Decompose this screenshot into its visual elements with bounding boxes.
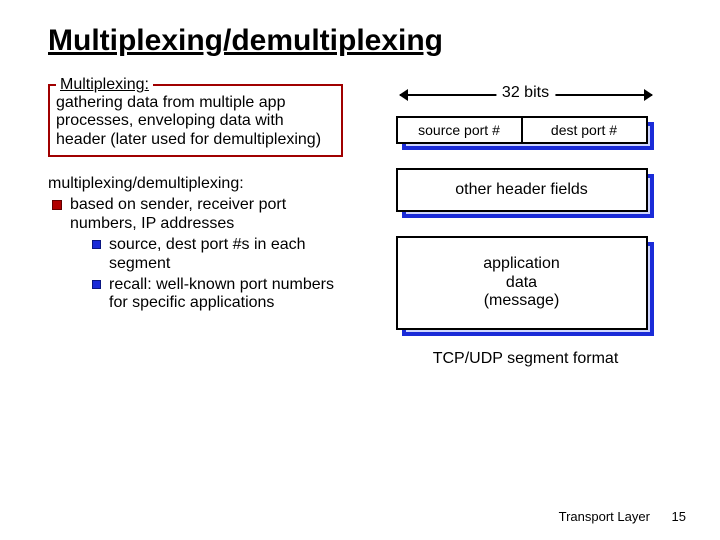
box-legend: Multiplexing: (56, 76, 153, 94)
dest-port-cell: dest port # (523, 118, 646, 142)
slide-footer: Transport Layer 15 (559, 509, 686, 524)
footer-page-number: 15 (672, 509, 686, 524)
bullet-1-text: based on sender, receiver port numbers, … (70, 196, 343, 234)
source-port-cell: source port # (398, 118, 523, 142)
port-row: source port # dest port # (396, 116, 648, 144)
bits-label: 32 bits (496, 84, 555, 102)
square-bullet-icon (92, 240, 101, 249)
body-heading: multiplexing/demultiplexing: (48, 175, 343, 194)
subbullet-1-text: source, dest port #s in each segment (109, 236, 343, 274)
subbullet-1: source, dest port #s in each segment (92, 236, 343, 274)
square-bullet-icon (52, 200, 62, 210)
subbullet-2-text: recall: well-known port numbers for spec… (109, 276, 343, 314)
square-bullet-icon (92, 280, 101, 289)
app-data-text: application data (message) (483, 255, 560, 310)
box-body: gathering data from multiple app process… (56, 94, 335, 149)
bullet-1: based on sender, receiver port numbers, … (48, 196, 343, 313)
multiplexing-box: Multiplexing: gathering data from multip… (48, 84, 343, 157)
subbullet-2: recall: well-known port numbers for spec… (92, 276, 343, 314)
other-header-row: other header fields (396, 168, 648, 212)
diagram-caption: TCP/UDP segment format (396, 350, 656, 368)
footer-section: Transport Layer (559, 509, 650, 524)
bits-indicator: 32 bits (400, 84, 652, 110)
slide-title: Multiplexing/demultiplexing (48, 24, 684, 58)
other-header-text: other header fields (455, 181, 588, 199)
segment-diagram: 32 bits source port # dest port # other … (396, 84, 656, 368)
app-data-row: application data (message) (396, 236, 648, 330)
